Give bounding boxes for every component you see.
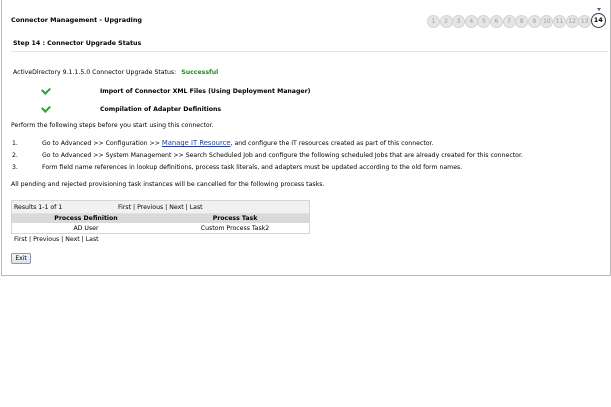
checkmark-icon — [41, 85, 51, 95]
step-indicator-8: 8 — [515, 15, 529, 28]
step-indicator-13: 13 — [578, 15, 592, 28]
step-indicator-4: 4 — [464, 15, 478, 28]
table-cell: Custom Process Task2 — [200, 225, 270, 232]
pager-top: First | Previous | Next | Last — [118, 204, 203, 211]
pager-bottom: First | Previous | Next | Last — [14, 236, 99, 243]
pager-last-link[interactable]: Last — [86, 236, 99, 243]
instruction-number: 2. — [12, 152, 18, 159]
table-header-row: Process Definition Process Task — [12, 214, 309, 223]
step-indicator-9: 9 — [527, 15, 541, 28]
current-step-marker-icon — [597, 8, 601, 11]
step-indicator-7: 7 — [502, 15, 516, 28]
step-indicator-10: 10 — [540, 15, 554, 28]
step-indicator-14: 14 — [590, 13, 606, 28]
pager-first-link[interactable]: First — [118, 204, 131, 211]
pager-next-link[interactable]: Next — [65, 236, 79, 243]
exit-button[interactable]: Exit — [11, 253, 31, 264]
checkmark-icon — [41, 103, 51, 113]
pager-previous-link[interactable]: Previous — [33, 236, 59, 243]
step-indicator-3: 3 — [452, 15, 466, 28]
instructions-intro: Perform the following steps before you s… — [11, 122, 214, 129]
status-value: Successful — [181, 69, 219, 76]
column-header: Process Task — [212, 215, 258, 222]
check-item-label: Compilation of Adapter Definitions — [100, 106, 222, 113]
status-label: ActiveDirectory 9.1.1.5.0 Connector Upgr… — [13, 69, 177, 76]
page-title: Connector Management - Upgrading — [11, 16, 142, 24]
wizard-header: Connector Management - Upgrading 1234567… — [2, 0, 610, 37]
instruction-text: Go to Advanced >> System Management >> S… — [42, 152, 523, 159]
step-indicator-1: 1 — [427, 15, 440, 28]
table-cell: AD User — [73, 225, 99, 232]
step-indicator-6: 6 — [490, 15, 503, 28]
manage-it-resource-link[interactable]: Manage IT Resource — [162, 139, 231, 147]
pager-first-link[interactable]: First — [14, 236, 27, 243]
upgrade-status: ActiveDirectory 9.1.1.5.0 Connector Upgr… — [13, 69, 218, 76]
instruction-number: 3. — [12, 164, 18, 171]
pager-previous-link[interactable]: Previous — [137, 204, 163, 211]
step-indicator-12: 12 — [565, 15, 579, 28]
cancellation-notice: All pending and rejected provisioning ta… — [11, 181, 325, 188]
instruction-text: Go to Advanced >> Configuration >> Manag… — [42, 139, 434, 147]
table-row: AD User Custom Process Task2 — [12, 224, 309, 233]
pager-last-link[interactable]: Last — [190, 204, 203, 211]
step-indicator-11: 11 — [553, 15, 566, 28]
results-count: Results 1-1 of 1 — [14, 204, 63, 211]
step-indicator-2: 2 — [439, 15, 453, 28]
instruction-number: 1. — [12, 140, 18, 147]
check-item-label: Import of Connector XML Files (Using Dep… — [100, 88, 311, 95]
pager-next-link[interactable]: Next — [169, 204, 183, 211]
divider — [11, 51, 608, 52]
main-panel: Connector Management - Upgrading 1234567… — [1, 0, 611, 276]
step-title: Step 14 : Connector Upgrade Status — [13, 40, 142, 47]
process-tasks-table: Results 1-1 of 1 First | Previous | Next… — [11, 200, 310, 234]
results-header: Results 1-1 of 1 First | Previous | Next… — [12, 201, 309, 214]
column-header: Process Definition — [54, 215, 118, 222]
step-indicator-5: 5 — [477, 15, 491, 28]
instruction-text: Form field name references in lookup def… — [42, 164, 463, 171]
